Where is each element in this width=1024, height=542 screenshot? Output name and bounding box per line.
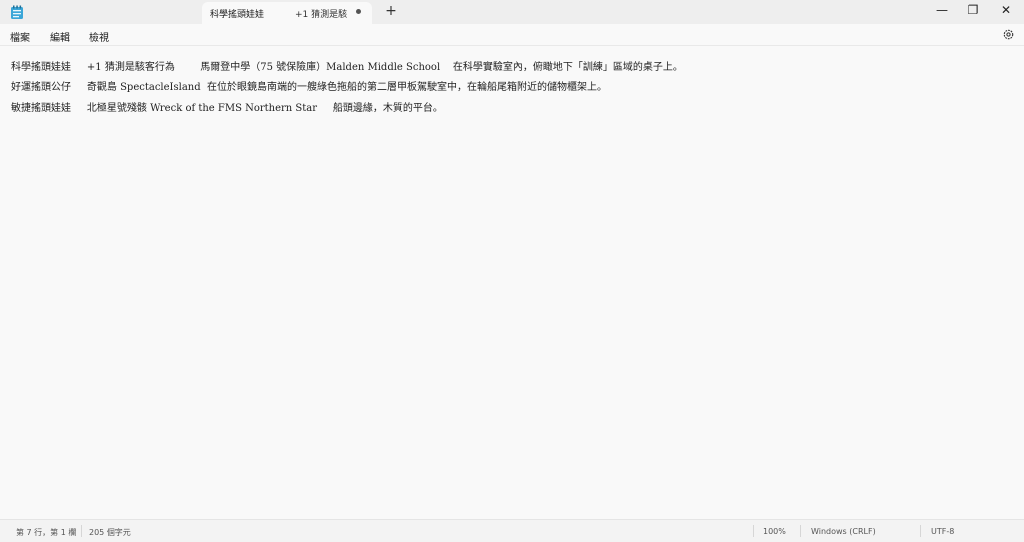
unsaved-dot-icon[interactable] bbox=[356, 9, 361, 14]
text-line-3: 敏捷搖頭娃娃 北極星號殘骸 Wreck of the FMS Northern … bbox=[11, 103, 443, 114]
status-divider bbox=[920, 525, 921, 537]
char-count: 205 個字元 bbox=[89, 528, 131, 537]
restore-button[interactable]: ❐ bbox=[957, 0, 989, 22]
menu-edit[interactable]: 編輯 bbox=[50, 29, 70, 44]
text-line-2: 好運搖頭公仔 奇觀島 SpectacleIsland 在位於眼鏡島南端的一艘綠色… bbox=[11, 82, 607, 93]
close-button[interactable]: ✕ bbox=[990, 0, 1022, 22]
encoding[interactable]: UTF-8 bbox=[931, 527, 954, 536]
status-divider bbox=[753, 525, 754, 537]
settings-gear-icon[interactable] bbox=[1002, 28, 1015, 41]
zoom-level[interactable]: 100% bbox=[763, 527, 786, 536]
menu-view[interactable]: 檢視 bbox=[89, 29, 109, 44]
title-bar: 科學搖頭娃娃 +1 猜測是駭客 + — ❐ ✕ bbox=[0, 0, 1024, 24]
status-divider bbox=[81, 525, 82, 537]
line-ending[interactable]: Windows (CRLF) bbox=[811, 527, 876, 536]
status-divider bbox=[800, 525, 801, 537]
tab-title: 科學搖頭娃娃 bbox=[210, 10, 265, 20]
new-tab-button[interactable]: + bbox=[384, 3, 398, 19]
status-bar: 第 7 行，第 1 欄 205 個字元 100% Windows (CRLF) … bbox=[0, 519, 1024, 542]
text-line-1: 科學搖頭娃娃 +1 猜測是駭客行為 馬爾登中學（75 號保險庫）Malden M… bbox=[11, 62, 683, 73]
notepad-app-icon bbox=[11, 5, 23, 19]
text-editor[interactable]: 科學搖頭娃娃 +1 猜測是駭客行為 馬爾登中學（75 號保險庫）Malden M… bbox=[0, 47, 1024, 519]
cursor-position: 第 7 行，第 1 欄 bbox=[16, 528, 77, 537]
tab-second-title[interactable]: +1 猜測是駭客 bbox=[295, 7, 347, 20]
menu-bar: 檔案 編輯 檢視 bbox=[0, 24, 1024, 46]
menu-file[interactable]: 檔案 bbox=[10, 29, 30, 44]
minimize-button[interactable]: — bbox=[926, 0, 958, 22]
